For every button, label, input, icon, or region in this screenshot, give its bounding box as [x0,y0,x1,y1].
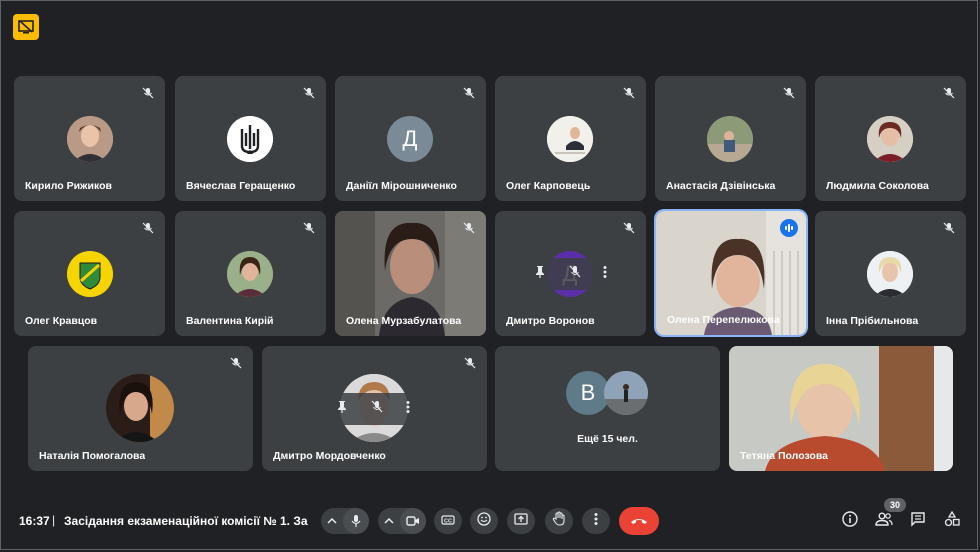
mic-off-icon [940,219,958,237]
mic-off-icon [227,354,245,372]
participant-tile[interactable]: Наталія Помогалова [28,346,253,471]
mic-off-icon[interactable] [569,265,581,284]
camera-control-group [378,508,426,534]
speaking-indicator-icon [780,219,798,237]
more-vert-icon[interactable] [603,265,607,284]
participant-name: Наталія Помогалова [39,450,146,462]
participant-name: Кирило Рижиков [25,180,112,192]
participant-name: Олег Кравцов [25,315,98,327]
activities-button[interactable] [942,510,962,532]
leave-call-button[interactable] [619,507,659,535]
mic-off-icon [460,84,478,102]
participant-name: Олена Мурзабулатова [346,315,462,327]
participant-name: Тетяна Полозова [740,450,828,462]
participant-name: Валентина Кирій [186,315,274,327]
participant-name: Вячеслав Геращенко [186,180,296,192]
participant-name: Людмила Соколова [826,180,929,192]
participant-name: Дмитро Мордовченко [273,450,386,462]
tile-hover-controls [524,258,617,290]
avatar [547,116,593,162]
info-icon [842,510,858,532]
separator: | [52,513,56,527]
activities-icon [944,510,960,532]
avatar [227,116,273,162]
mic-off-icon [461,354,479,372]
present-screen-button[interactable] [507,508,535,534]
pin-icon[interactable] [534,265,546,284]
more-vert-icon[interactable] [406,400,410,419]
participant-video-tile[interactable]: Тетяна Полозова [729,346,953,471]
avatar-initial: Д [387,116,433,162]
mic-off-icon [940,84,958,102]
presentation-icon[interactable] [13,14,39,40]
mic-off-icon [300,219,318,237]
mic-off-icon [620,84,638,102]
raise-hand-button[interactable] [545,508,573,534]
mic-off-icon [780,84,798,102]
pin-icon[interactable] [336,400,348,419]
meeting-title: Засідання екзаменаційної комісії № 1. За… [64,514,308,528]
emoji-reaction-button[interactable] [470,508,498,534]
participant-tile[interactable]: Анастасія Дзівінська [655,76,806,201]
participant-tile[interactable]: Олег Кравцов [14,211,165,336]
present-icon [514,512,528,530]
raise-hand-icon [552,511,566,531]
mic-off-icon [620,219,638,237]
chat-button[interactable] [908,511,928,531]
emoji-icon [477,511,491,531]
meeting-info-button[interactable] [840,510,860,532]
participant-tile[interactable]: Дмитро Мордовченко [262,346,487,471]
svg-text:CC: CC [444,519,452,525]
clock: 16:37 [19,514,50,528]
participant-video-tile[interactable]: Олена Мурзабулатова [335,211,486,336]
avatar [707,116,753,162]
call-end-icon [630,512,648,530]
people-button[interactable] [874,511,894,531]
participant-tile[interactable]: Олег Карповець [495,76,646,201]
participant-name: Інна Прібильнова [826,315,919,327]
avatar [67,251,113,297]
participant-tile[interactable]: Людмила Соколова [815,76,966,201]
mic-off-icon[interactable] [371,400,383,419]
tile-hover-controls [326,393,420,425]
chevron-up-icon[interactable] [378,518,400,524]
avatar [604,371,648,415]
participants-count-badge: 30 [884,498,906,512]
participant-tile[interactable]: Д Даніїл Мірошниченко [335,76,486,201]
people-icon [875,512,893,531]
chevron-up-icon[interactable] [321,518,343,524]
active-speaker-tile[interactable]: Олена Перепелюкова [656,211,806,335]
avatar [67,116,113,162]
mic-off-icon [460,219,478,237]
participant-name: Олег Карповець [506,180,591,192]
captions-button[interactable]: CC [434,508,462,534]
captions-icon: CC [441,512,455,530]
mic-off-icon [300,84,318,102]
participant-tile[interactable]: Валентина Кирій [175,211,326,336]
avatar [106,374,174,442]
more-participants-tile[interactable]: B Ещё 15 чел. [495,346,720,471]
more-options-button[interactable] [582,508,610,534]
participant-name: Даніїл Мірошниченко [346,180,457,192]
mic-off-icon [139,84,157,102]
mic-off-icon [139,219,157,237]
participant-name: Олена Перепелюкова [667,314,780,326]
participant-name: Анастасія Дзівінська [666,180,776,192]
camera-icon[interactable] [400,508,426,534]
avatar [227,251,273,297]
mic-icon[interactable] [343,508,369,534]
participant-tile[interactable]: Вячеслав Геращенко [175,76,326,201]
more-vert-icon [594,512,598,531]
more-participants-label: Ещё 15 чел. [577,433,638,445]
participant-tile[interactable]: Інна Прібильнова [815,211,966,336]
participant-name: Дмитро Воронов [506,315,595,327]
avatar [867,251,913,297]
mic-control-group [321,508,369,534]
chat-icon [910,511,926,532]
participant-tile[interactable]: Д Дмитро Воронов [495,211,646,336]
participant-tile[interactable]: Кирило Рижиков [14,76,165,201]
avatar [867,116,913,162]
